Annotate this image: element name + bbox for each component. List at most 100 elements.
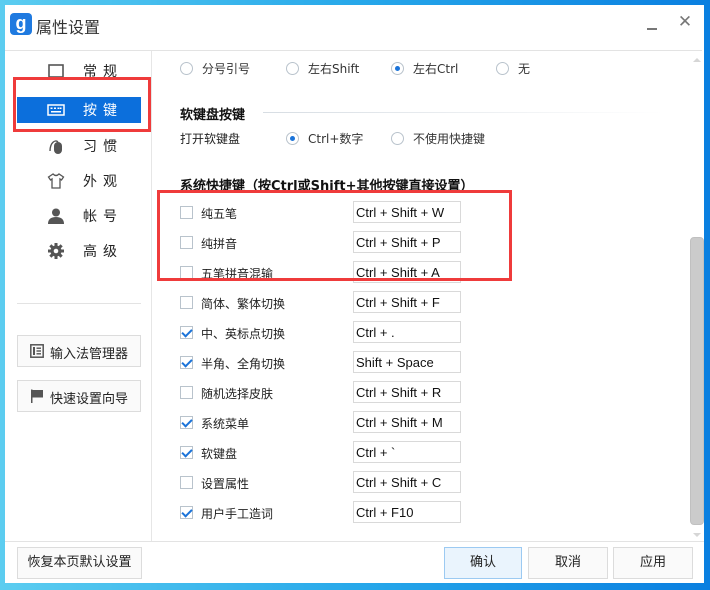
hotkey-input[interactable]: [353, 381, 461, 403]
hotkey-label: 中、英标点切换: [201, 327, 286, 341]
radio-label: Ctrl+数字: [308, 132, 364, 146]
hotkey-checkbox[interactable]: [180, 236, 193, 249]
hotkey-row: 半角、全角切换: [180, 351, 470, 375]
cancel-button[interactable]: 取消: [528, 547, 608, 579]
gear-icon: [48, 243, 64, 259]
radio-button[interactable]: [496, 62, 509, 75]
sidebar-item-advanced[interactable]: 高级: [17, 238, 141, 264]
quick-setup-wizard-button[interactable]: 快速设置向导: [17, 380, 141, 412]
scroll-down-arrow-icon[interactable]: [693, 533, 701, 537]
sidebar-item-label: 习惯: [83, 139, 123, 155]
sidebar-item-label: 高级: [83, 244, 123, 260]
apply-button[interactable]: 应用: [613, 547, 693, 579]
window-title: 属性设置: [36, 18, 101, 37]
hotkey-checkbox[interactable]: [180, 296, 193, 309]
hotkey-input[interactable]: [353, 231, 461, 253]
hotkey-input[interactable]: [353, 351, 461, 373]
scroll-up-arrow-icon[interactable]: [693, 58, 701, 62]
hotkey-checkbox[interactable]: [180, 416, 193, 429]
radio-label: 左右Ctrl: [413, 62, 459, 76]
title-bar: g 属性设置 ✕: [5, 5, 704, 50]
restore-defaults-button[interactable]: 恢复本页默认设置: [17, 547, 142, 579]
radio-button[interactable]: [286, 132, 299, 145]
hotkey-input[interactable]: [353, 201, 461, 223]
hotkey-row: 纯拼音: [180, 231, 470, 255]
minimize-button[interactable]: [642, 11, 664, 33]
hotkey-row: 软键盘: [180, 441, 470, 465]
close-button[interactable]: ✕: [674, 11, 696, 33]
user-icon: [48, 208, 64, 224]
settings-window: g 属性设置 ✕ 常规 按键 习惯 外观 帐号 高级 输入法管理器 快速设置向导…: [5, 5, 704, 583]
hotkey-row: 纯五笔: [180, 201, 470, 225]
hotkey-row: 简体、繁体切换: [180, 291, 470, 315]
hotkey-label: 半角、全角切换: [201, 357, 286, 371]
ime-manager-label: 输入法管理器: [50, 347, 129, 362]
hotkey-label: 系统菜单: [201, 417, 250, 431]
hotkey-label: 设置属性: [201, 477, 250, 491]
sidebar-item-account[interactable]: 帐号: [17, 203, 141, 229]
sidebar-item-label: 按键: [83, 103, 123, 119]
hotkey-input[interactable]: [353, 501, 461, 523]
hotkey-label: 纯拼音: [201, 237, 238, 251]
hotkey-checkbox[interactable]: [180, 386, 193, 399]
sidebar-item-label: 常规: [83, 64, 123, 80]
scrollbar-thumb[interactable]: [690, 237, 704, 525]
radio-button[interactable]: [391, 62, 404, 75]
sidebar-item-keys[interactable]: 按键: [17, 97, 141, 123]
radio-label: 不使用快捷键: [413, 132, 486, 146]
content-panel: 分号引号 左右Shift 左右Ctrl 无 软键盘按键 打开软键盘 Ctrl+数…: [153, 51, 690, 541]
sidebar-item-appearance[interactable]: 外观: [17, 168, 141, 194]
hotkey-checkbox[interactable]: [180, 356, 193, 369]
hotkey-row: 系统菜单: [180, 411, 470, 435]
sidebar: 常规 按键 习惯 外观 帐号 高级 输入法管理器 快速设置向导: [5, 51, 152, 541]
hotkey-checkbox[interactable]: [180, 206, 193, 219]
hotkey-input[interactable]: [353, 441, 461, 463]
hotkey-row: 用户手工造词: [180, 501, 470, 525]
hotkey-checkbox[interactable]: [180, 446, 193, 459]
sidebar-item-label: 帐号: [83, 209, 123, 225]
hotkey-checkbox[interactable]: [180, 326, 193, 339]
sidebar-item-general[interactable]: 常规: [17, 58, 141, 84]
section-divider: [263, 112, 663, 113]
hotkey-row: 五笔拼音混输: [180, 261, 470, 285]
soft-keyboard-section-title: 软键盘按键: [180, 108, 246, 123]
sidebar-divider: [17, 303, 141, 304]
keyboard-icon: [47, 104, 65, 116]
app-logo-icon: g: [10, 13, 32, 35]
hotkey-input[interactable]: [353, 321, 461, 343]
ok-button[interactable]: 确认: [444, 547, 522, 579]
vertical-scrollbar[interactable]: [690, 51, 704, 541]
list-icon: [30, 344, 44, 358]
radio-label: 左右Shift: [308, 62, 360, 76]
system-hotkeys-section-title: 系统快捷键（按Ctrl或Shift+其他按键直接设置）: [180, 179, 474, 194]
quick-setup-wizard-label: 快速设置向导: [50, 392, 129, 407]
hotkey-label: 五笔拼音混输: [201, 267, 274, 281]
ime-manager-button[interactable]: 输入法管理器: [17, 335, 141, 367]
hotkey-input[interactable]: [353, 291, 461, 313]
radio-button[interactable]: [286, 62, 299, 75]
hotkey-row: 设置属性: [180, 471, 470, 495]
radio-label: 无: [518, 62, 531, 76]
footer-divider: [5, 541, 704, 542]
hotkey-row: 中、英标点切换: [180, 321, 470, 345]
flag-icon: [31, 389, 43, 403]
window-icon: [48, 64, 64, 78]
hotkey-row: 随机选择皮肤: [180, 381, 470, 405]
hotkey-input[interactable]: [353, 411, 461, 433]
hotkey-input[interactable]: [353, 261, 461, 283]
radio-button[interactable]: [391, 132, 404, 145]
sidebar-item-habits[interactable]: 习惯: [17, 133, 141, 159]
hotkey-checkbox[interactable]: [180, 476, 193, 489]
hotkey-label: 用户手工造词: [201, 507, 274, 521]
hotkey-label: 随机选择皮肤: [201, 387, 274, 401]
radio-button[interactable]: [180, 62, 193, 75]
sidebar-item-label: 外观: [83, 174, 123, 190]
open-soft-keyboard-label: 打开软键盘: [180, 132, 241, 146]
hotkey-label: 简体、繁体切换: [201, 297, 286, 311]
hotkey-checkbox[interactable]: [180, 506, 193, 519]
hotkey-label: 纯五笔: [201, 207, 238, 221]
hotkey-checkbox[interactable]: [180, 266, 193, 279]
tshirt-icon: [47, 173, 65, 189]
hotkey-input[interactable]: [353, 471, 461, 493]
hotkey-label: 软键盘: [201, 447, 238, 461]
